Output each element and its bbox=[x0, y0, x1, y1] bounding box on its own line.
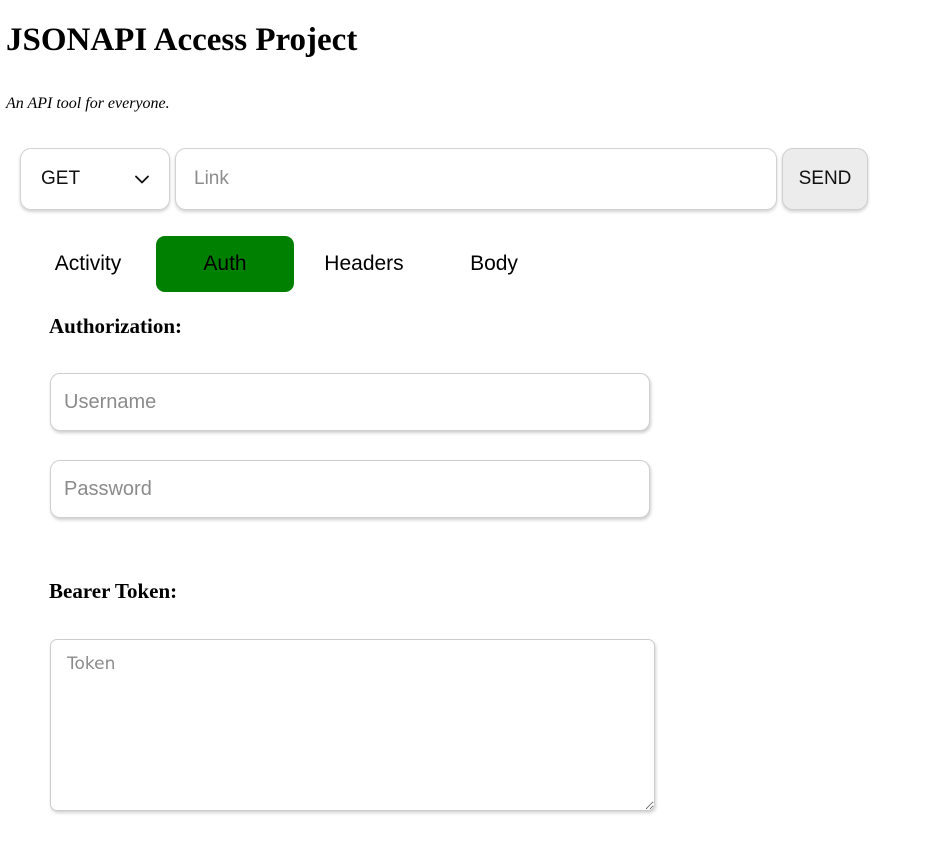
password-input[interactable] bbox=[50, 460, 650, 518]
page-title: JSONAPI Access Project bbox=[6, 22, 358, 58]
bearer-token-textarea[interactable] bbox=[50, 639, 655, 811]
tab-headers[interactable]: Headers bbox=[294, 236, 434, 292]
tab-body[interactable]: Body bbox=[434, 236, 554, 292]
http-method-select[interactable]: GET bbox=[20, 148, 170, 210]
page-subtitle: An API tool for everyone. bbox=[6, 95, 170, 112]
chevron-down-icon bbox=[135, 175, 149, 184]
username-input[interactable] bbox=[50, 373, 650, 431]
tab-bar: Activity Auth Headers Body bbox=[20, 236, 554, 292]
tab-activity[interactable]: Activity bbox=[20, 236, 156, 292]
send-button[interactable]: SEND bbox=[782, 148, 868, 210]
bearer-token-heading: Bearer Token: bbox=[49, 579, 178, 603]
tab-auth[interactable]: Auth bbox=[156, 236, 294, 292]
http-method-value: GET bbox=[41, 168, 81, 189]
url-input[interactable] bbox=[175, 148, 777, 210]
authorization-heading: Authorization: bbox=[49, 314, 182, 338]
request-bar: GET SEND bbox=[20, 148, 908, 212]
